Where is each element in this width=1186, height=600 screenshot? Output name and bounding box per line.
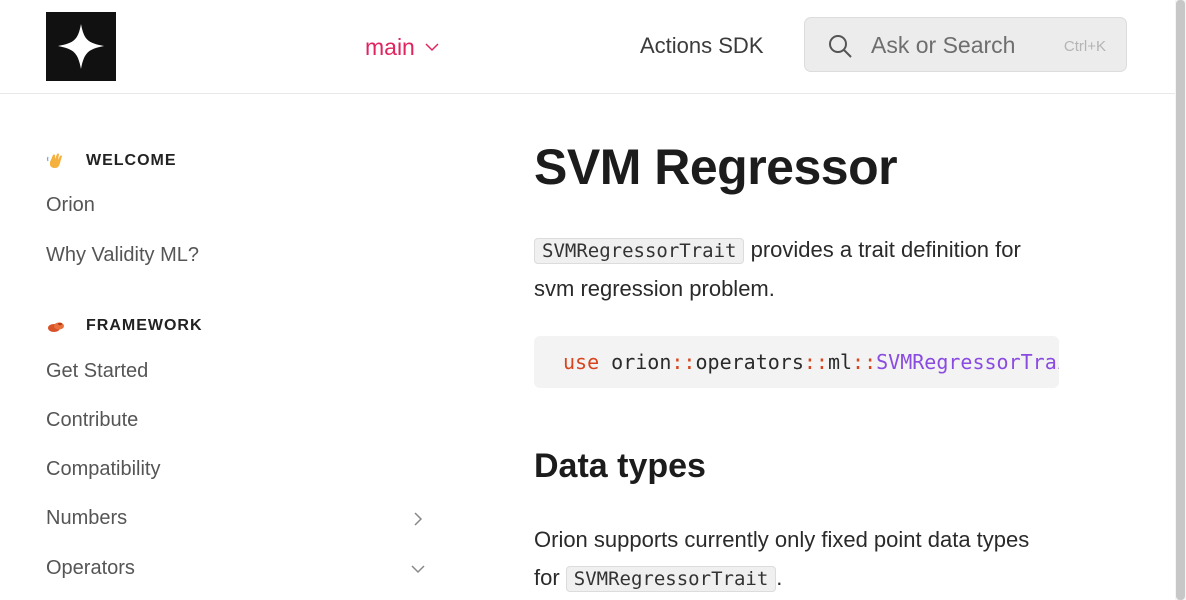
scrollbar-thumb[interactable] bbox=[1176, 0, 1185, 600]
chevron-down-icon bbox=[425, 43, 439, 52]
code-keyword: use bbox=[563, 350, 600, 374]
chevron-down-icon[interactable] bbox=[410, 561, 426, 577]
page-title: SVM Regressor bbox=[534, 139, 898, 195]
top-bar: main Actions SDK Ask or Search Ctrl+K bbox=[0, 0, 1175, 94]
branch-label: main bbox=[365, 33, 415, 60]
sidebar-item-get-started[interactable]: Get Started bbox=[46, 360, 148, 383]
inline-code: SVMRegressorTrait bbox=[534, 238, 745, 264]
search-icon bbox=[829, 35, 852, 58]
search-box[interactable]: Ask or Search Ctrl+K bbox=[804, 17, 1127, 72]
search-placeholder: Ask or Search bbox=[871, 32, 1016, 58]
sidebar-item-contribute[interactable]: Contribute bbox=[46, 409, 138, 432]
code-block: use orion::operators::ml::SVMRegressorTr… bbox=[534, 336, 1059, 388]
code-type: SVMRegressorTrait; bbox=[876, 350, 1059, 374]
sidebar-item-numbers[interactable]: Numbers bbox=[46, 507, 127, 530]
section-title: WELCOME bbox=[86, 152, 177, 169]
code-path-segment: orion bbox=[611, 350, 672, 374]
section-header-welcome: WELCOME bbox=[46, 151, 177, 171]
sidebar-item-orion[interactable]: Orion bbox=[46, 194, 95, 217]
code-path-segment: ml bbox=[827, 350, 853, 374]
code-separator: :: bbox=[671, 350, 696, 374]
inline-code: SVMRegressorTrait bbox=[565, 566, 777, 592]
section-heading-data-types: Data types bbox=[534, 447, 706, 485]
intro-paragraph: SVMRegressorTrait provides a trait defin… bbox=[534, 231, 1059, 308]
sidebar-item-operators[interactable]: Operators bbox=[46, 557, 135, 580]
data-types-paragraph: Orion supports currently only fixed poin… bbox=[534, 521, 1059, 598]
code-separator: :: bbox=[803, 350, 828, 374]
section-header-framework: FRAMEWORK bbox=[46, 316, 203, 336]
nav-link-actions-sdk[interactable]: Actions SDK bbox=[640, 33, 764, 59]
framework-emoji-icon bbox=[48, 322, 64, 332]
sidebar-item-why-validity-ml[interactable]: Why Validity ML? bbox=[46, 244, 199, 267]
section-title: FRAMEWORK bbox=[86, 317, 203, 334]
branch-selector[interactable]: main bbox=[365, 33, 439, 61]
code-path-segment: operators bbox=[695, 350, 804, 374]
data-types-text-end: . bbox=[776, 565, 783, 590]
code-separator: :: bbox=[852, 350, 877, 374]
logo-icon[interactable] bbox=[46, 12, 116, 81]
code-line: use orion::operators::ml::SVMRegressorTr… bbox=[563, 350, 1059, 374]
chevron-right-icon[interactable] bbox=[410, 511, 426, 527]
waving-hand-icon bbox=[46, 153, 62, 168]
sidebar-item-compatibility[interactable]: Compatibility bbox=[46, 458, 160, 481]
search-shortcut: Ctrl+K bbox=[1063, 38, 1106, 55]
